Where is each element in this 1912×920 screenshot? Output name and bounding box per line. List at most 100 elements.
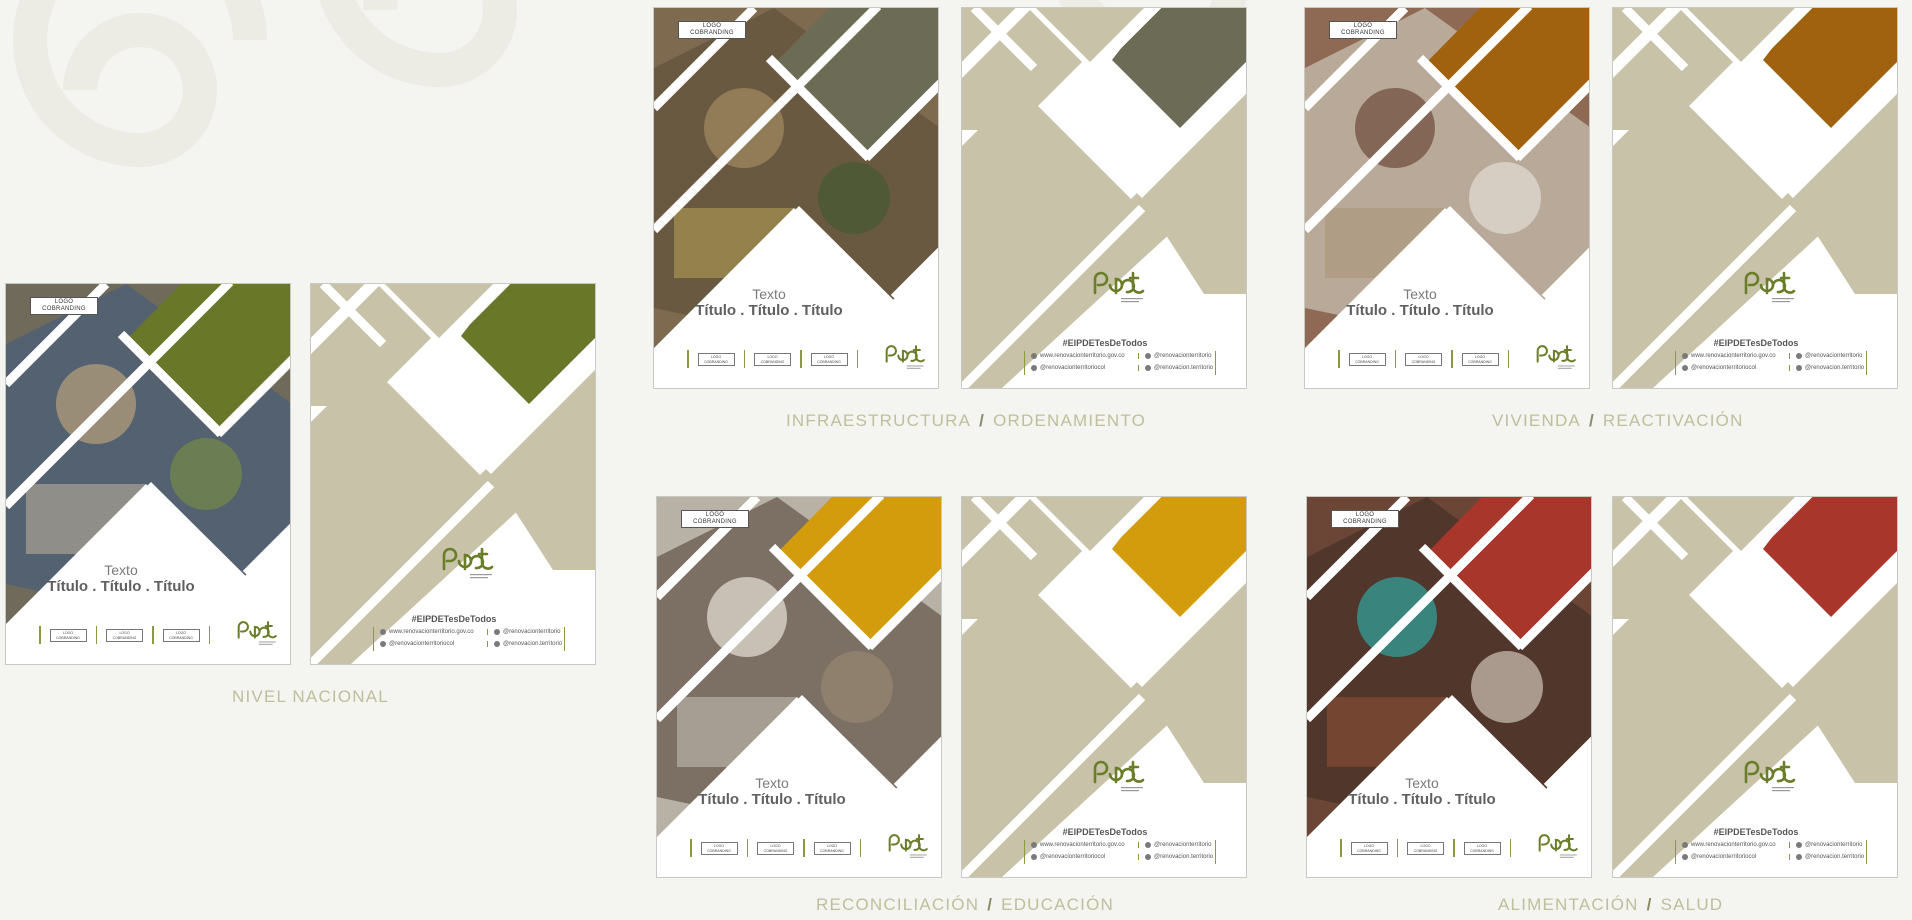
back-geometric-layout [1613, 497, 1897, 877]
footer-separator [1396, 839, 1398, 857]
facebook-link[interactable]: @renovacionterritoriocol [1031, 365, 1105, 371]
instagram-link[interactable]: @renovacion.territorio [1138, 365, 1213, 371]
twitter-icon [1796, 353, 1802, 359]
pdet-logo [1744, 760, 1796, 792]
back-page[interactable]: #ElPDETesDeTodos www.renovacionterritorio… [310, 283, 596, 665]
twitter-link[interactable]: @renovacionterritorio [487, 629, 560, 635]
footer-separator [687, 350, 689, 368]
caption-primary: ALIMENTACIÓN [1498, 895, 1639, 914]
group-nacional: LOGO COBRANDING Texto Título . Título . Tít… [5, 283, 601, 713]
twitter-text: @renovacionterritorio [1154, 842, 1212, 848]
cobranding-logo-placeholder: LOGO COBRANDING [1329, 21, 1397, 39]
cover-geometric-layout [1305, 8, 1589, 388]
facebook-text: @renovacionterritoriocol [1040, 365, 1106, 371]
website-link[interactable]: www.renovacionterritorio.gov.co [1682, 353, 1776, 359]
cover-geometric-layout [1307, 497, 1591, 877]
logo-line-2: COBRANDING [693, 519, 737, 525]
twitter-link[interactable]: @renovacionterritorio [1789, 842, 1862, 848]
footer-separator [803, 839, 805, 857]
footer-separator [1451, 350, 1453, 368]
twitter-link[interactable]: @renovacionterritorio [1138, 353, 1211, 359]
twitter-link[interactable]: @renovacionterritorio [1789, 353, 1862, 359]
instagram-text: @renovacion.territorio [1154, 365, 1214, 371]
website-text: www.renovacionterritorio.gov.co [389, 629, 474, 635]
facebook-link[interactable]: @renovacionterritoriocol [1031, 854, 1105, 860]
facebook-link[interactable]: @renovacionterritoriocol [1682, 365, 1756, 371]
website-text: www.renovacionterritorio.gov.co [1040, 353, 1125, 359]
cover-title-block: Texto Título . Título . Título [654, 286, 884, 320]
caption-infraestructura: INFRAESTRUCTURA / ORDENAMIENTO [786, 411, 1146, 431]
facebook-link[interactable]: @renovacionterritoriocol [380, 641, 454, 647]
facebook-text: @renovacionterritoriocol [389, 641, 455, 647]
footer-separator [95, 626, 97, 644]
caption-primary: VIVIENDA [1492, 411, 1581, 430]
back-page[interactable]: #ElPDETesDeTodos www.renovacionterritorio… [1612, 7, 1898, 389]
instagram-text: @renovacion.territorio [1805, 365, 1865, 371]
hashtag-text: #ElPDETesDeTodos [1713, 827, 1799, 837]
contact-info: www.renovacionterritorio.gov.co @renovaci… [1024, 840, 1216, 864]
caption-nacional: NIVEL NACIONAL [232, 687, 389, 707]
website-link[interactable]: www.renovacionterritorio.gov.co [1031, 353, 1125, 359]
cover-page[interactable]: LOGO COBRANDING Texto Título . Título . Tít… [653, 7, 939, 389]
footer-separator [743, 350, 745, 368]
logo-line-2: COBRANDING [690, 30, 734, 36]
mini-logo-line-2: COBRANDING [707, 848, 731, 853]
website-link[interactable]: www.renovacionterritorio.gov.co [1682, 842, 1776, 848]
website-link[interactable]: www.renovacionterritorio.gov.co [1031, 842, 1125, 848]
footer-separator [800, 350, 802, 368]
back-geometric-layout [1613, 8, 1897, 388]
cover-page[interactable]: LOGO COBRANDING Texto Título . Título . Tít… [1304, 7, 1590, 389]
cover-page[interactable]: LOGO COBRANDING Texto Título . Título . Tít… [656, 496, 942, 878]
instagram-link[interactable]: @renovacion.territorio [487, 641, 562, 647]
cobranding-logo-placeholder: LOGO COBRANDING [1331, 510, 1399, 528]
footer-separator [208, 626, 210, 644]
globe-icon [1031, 842, 1037, 848]
cover-footer-logos: LOGO COBRANDING LOGO COBRANDING LOGO COBRANDI… [1329, 348, 1524, 370]
instagram-text: @renovacion.territorio [1805, 854, 1865, 860]
globe-icon [1682, 353, 1688, 359]
hashtag-text: #ElPDETesDeTodos [1062, 338, 1148, 348]
caption-secondary: ORDENAMIENTO [993, 411, 1147, 430]
website-link[interactable]: www.renovacionterritorio.gov.co [380, 629, 474, 635]
twitter-link[interactable]: @renovacionterritorio [1138, 842, 1211, 848]
footer-cobranding-logo: LOGO COBRANDING [106, 628, 143, 642]
facebook-icon [1682, 365, 1688, 371]
back-page[interactable]: #ElPDETesDeTodos www.renovacionterritorio… [961, 7, 1247, 389]
cover-page[interactable]: LOGO COBRANDING Texto Título . Título . Tít… [1306, 496, 1592, 878]
mini-logo-line-2: COBRANDING [112, 635, 137, 640]
globe-icon [1682, 842, 1688, 848]
back-geometric-layout [311, 284, 595, 664]
group-vivienda: LOGO COBRANDING Texto Título . Título . Tít… [1304, 7, 1904, 437]
logo-line-2: COBRANDING [42, 306, 86, 312]
caption-slash: / [1588, 411, 1595, 430]
back-page[interactable]: #ElPDETesDeTodos www.renovacionterritorio… [1612, 496, 1898, 878]
cover-title-block: Texto Título . Título . Título [1307, 775, 1537, 809]
cover-page[interactable]: LOGO COBRANDING Texto Título . Título . Tít… [5, 283, 291, 665]
contact-info: www.renovacionterritorio.gov.co @renovaci… [1024, 351, 1216, 375]
instagram-link[interactable]: @renovacion.territorio [1789, 365, 1864, 371]
footer-cobranding-logo: LOGO COBRANDING [1407, 841, 1444, 855]
cover-title: Título . Título . Título [1346, 302, 1494, 319]
mini-logo-line-2: COBRANDING [1411, 359, 1436, 364]
cover-subtitle: Texto [1405, 775, 1439, 791]
instagram-link[interactable]: @renovacion.territorio [1138, 854, 1213, 860]
instagram-link[interactable]: @renovacion.territorio [1789, 854, 1864, 860]
website-text: www.renovacionterritorio.gov.co [1040, 842, 1125, 848]
cover-footer-logos: LOGO COBRANDING LOGO COBRANDING LOGO COBRANDI… [1331, 837, 1526, 859]
caption-secondary: SALUD [1660, 895, 1724, 914]
caption-primary: RECONCILIACIÓN [816, 895, 980, 914]
footer-separator [859, 839, 861, 857]
cover-title-block: Texto Título . Título . Título [657, 775, 887, 809]
pdet-logo [442, 547, 494, 579]
instagram-text: @renovacion.territorio [503, 641, 563, 647]
back-geometric-layout [962, 497, 1246, 877]
facebook-link[interactable]: @renovacionterritoriocol [1682, 854, 1756, 860]
footer-separator [856, 350, 858, 368]
mini-logo-line-2: COBRANDING [1355, 359, 1379, 364]
back-page[interactable]: #ElPDETesDeTodos www.renovacionterritorio… [961, 496, 1247, 878]
mini-logo-line-2: COBRANDING [704, 359, 728, 364]
twitter-text: @renovacionterritorio [1154, 353, 1212, 359]
caption-secondary: EDUCACIÓN [1001, 895, 1114, 914]
mini-logo-line-2: COBRANDING [1413, 848, 1438, 853]
footer-cobranding-logo: LOGO COBRANDING [813, 841, 851, 855]
